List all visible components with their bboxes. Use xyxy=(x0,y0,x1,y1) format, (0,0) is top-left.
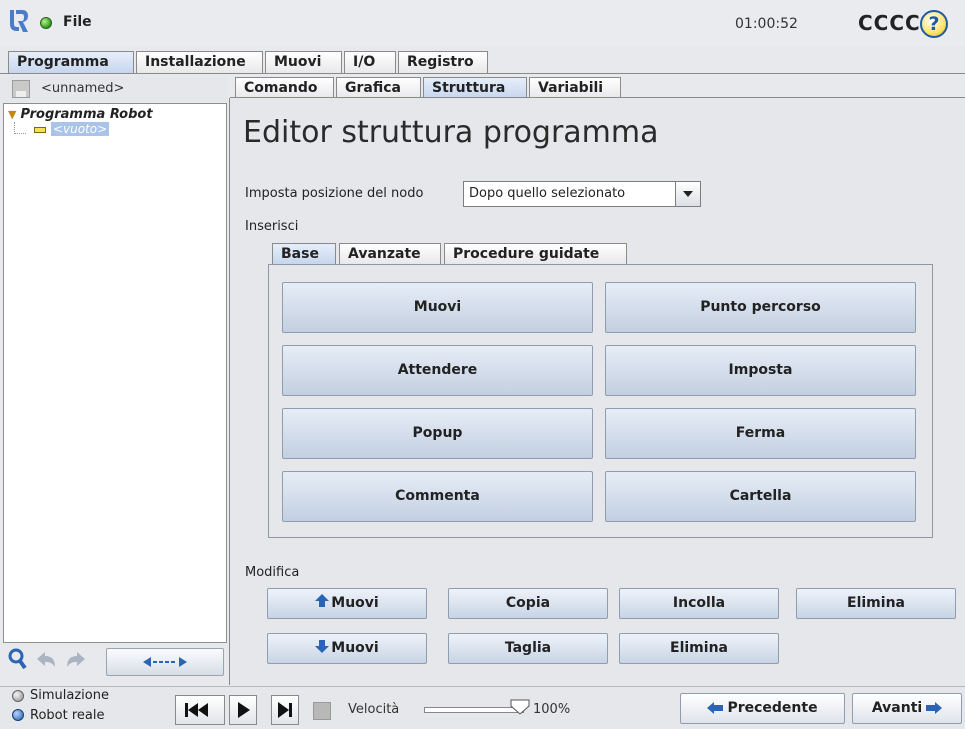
tab-registro[interactable]: Registro xyxy=(398,51,488,73)
redo-arrow-icon[interactable] xyxy=(64,648,90,674)
save-icon[interactable] xyxy=(12,80,30,98)
position-select-value: Dopo quello selezionato xyxy=(469,186,626,201)
insert-commenta-button[interactable]: Commenta xyxy=(282,471,593,522)
paste-button[interactable]: Incolla xyxy=(619,588,779,619)
tab-programma[interactable]: Programma xyxy=(8,51,134,73)
main-tab-divider xyxy=(0,73,965,74)
delete-node-button[interactable]: Elimina xyxy=(619,633,779,664)
tree-empty-label: <vuoto> xyxy=(53,122,108,136)
arrow-right-icon xyxy=(926,702,943,714)
collapse-expand-icon xyxy=(143,657,187,667)
simulation-label[interactable]: Simulazione xyxy=(30,688,109,703)
ur-logo-icon xyxy=(10,10,28,32)
insert-ferma-button[interactable]: Ferma xyxy=(605,408,916,459)
cut-button[interactable]: Taglia xyxy=(448,633,608,664)
tree-root-label: Programma Robot xyxy=(20,107,153,122)
tab-grafica[interactable]: Grafica xyxy=(336,77,421,98)
insert-popup-button[interactable]: Popup xyxy=(282,408,593,459)
page-title: Editor struttura programma xyxy=(243,115,659,150)
tab-installazione[interactable]: Installazione xyxy=(136,51,263,73)
previous-label: Precedente xyxy=(727,700,818,716)
play-icon xyxy=(238,702,250,718)
insert-punto-percorso-button[interactable]: Punto percorso xyxy=(605,282,916,333)
tree-connector xyxy=(14,122,26,134)
previous-button[interactable]: Precedente xyxy=(680,693,845,724)
tab-muovi[interactable]: Muovi xyxy=(265,51,342,73)
tab-io[interactable]: I/O xyxy=(344,51,396,73)
tree-root-node[interactable]: ▼ Programma Robot xyxy=(8,107,153,122)
speed-label: Velocità xyxy=(348,702,400,717)
insert-cartella-button[interactable]: Cartella xyxy=(605,471,916,522)
skip-back-button[interactable] xyxy=(175,695,225,725)
stop-button[interactable] xyxy=(305,696,338,725)
empty-node-icon xyxy=(34,127,46,133)
clock: 01:00:52 xyxy=(735,16,798,32)
robot-name: CCCC xyxy=(858,11,921,35)
speed-slider-knob[interactable] xyxy=(510,699,530,715)
tree-empty-node[interactable]: <vuoto> xyxy=(51,122,110,136)
status-green-dot-icon xyxy=(40,17,52,29)
real-robot-radio-icon[interactable] xyxy=(12,709,24,721)
next-button[interactable]: Avanti xyxy=(852,693,962,724)
simulation-radio-icon[interactable] xyxy=(12,690,24,702)
collapse-expand-button[interactable] xyxy=(106,648,224,676)
skip-back-icon xyxy=(185,703,208,717)
move-up-button[interactable]: Muovi xyxy=(267,588,427,619)
arrow-up-icon xyxy=(315,594,330,607)
tab-avanzate[interactable]: Avanzate xyxy=(339,243,441,264)
move-down-label: Muovi xyxy=(331,640,379,656)
undo-arrow-icon[interactable] xyxy=(34,648,60,674)
real-robot-label[interactable]: Robot reale xyxy=(30,708,104,723)
insert-label: Inserisci xyxy=(245,219,299,234)
program-tree[interactable]: ▼ Programma Robot <vuoto> xyxy=(3,103,227,643)
play-button[interactable] xyxy=(229,695,257,725)
insert-muovi-button[interactable]: Muovi xyxy=(282,282,593,333)
speed-value: 100% xyxy=(533,702,571,717)
arrow-down-icon xyxy=(315,640,330,653)
tab-struttura[interactable]: Struttura xyxy=(423,77,527,98)
insert-attendere-button[interactable]: Attendere xyxy=(282,345,593,396)
help-icon[interactable]: ? xyxy=(920,10,948,38)
delete-button[interactable]: Elimina xyxy=(796,588,956,619)
move-up-label: Muovi xyxy=(331,595,379,611)
tab-variabili[interactable]: Variabili xyxy=(529,77,621,98)
position-select[interactable]: Dopo quello selezionato xyxy=(463,181,701,207)
move-down-button[interactable]: Muovi xyxy=(267,633,427,664)
modify-label: Modifica xyxy=(245,565,300,580)
next-label: Avanti xyxy=(871,700,923,716)
program-name: <unnamed> xyxy=(41,81,125,96)
file-menu[interactable]: File xyxy=(63,14,92,30)
step-icon xyxy=(278,702,292,718)
tab-comando[interactable]: Comando xyxy=(235,77,334,98)
title-bar: File 01:00:52 CCCC ? xyxy=(0,0,965,46)
arrow-left-icon xyxy=(707,702,724,714)
footer-bar: Simulazione Robot reale Velocità 100% Pr… xyxy=(0,686,965,729)
insert-imposta-button[interactable]: Imposta xyxy=(605,345,916,396)
stop-icon xyxy=(313,702,331,720)
tab-base[interactable]: Base xyxy=(272,243,336,264)
tree-toolbar xyxy=(8,648,228,676)
position-label: Imposta posizione del nodo xyxy=(245,186,424,201)
tree-header: <unnamed> xyxy=(0,76,228,102)
step-button[interactable] xyxy=(271,695,299,725)
speed-slider-track[interactable] xyxy=(424,707,524,713)
tab-procedure-guidate[interactable]: Procedure guidate xyxy=(444,243,627,264)
expand-triangle-icon[interactable]: ▼ xyxy=(8,108,16,121)
chevron-down-icon[interactable] xyxy=(675,182,700,206)
speed-slider-fill xyxy=(425,708,523,712)
search-icon[interactable] xyxy=(8,648,30,674)
copy-button[interactable]: Copia xyxy=(448,588,608,619)
